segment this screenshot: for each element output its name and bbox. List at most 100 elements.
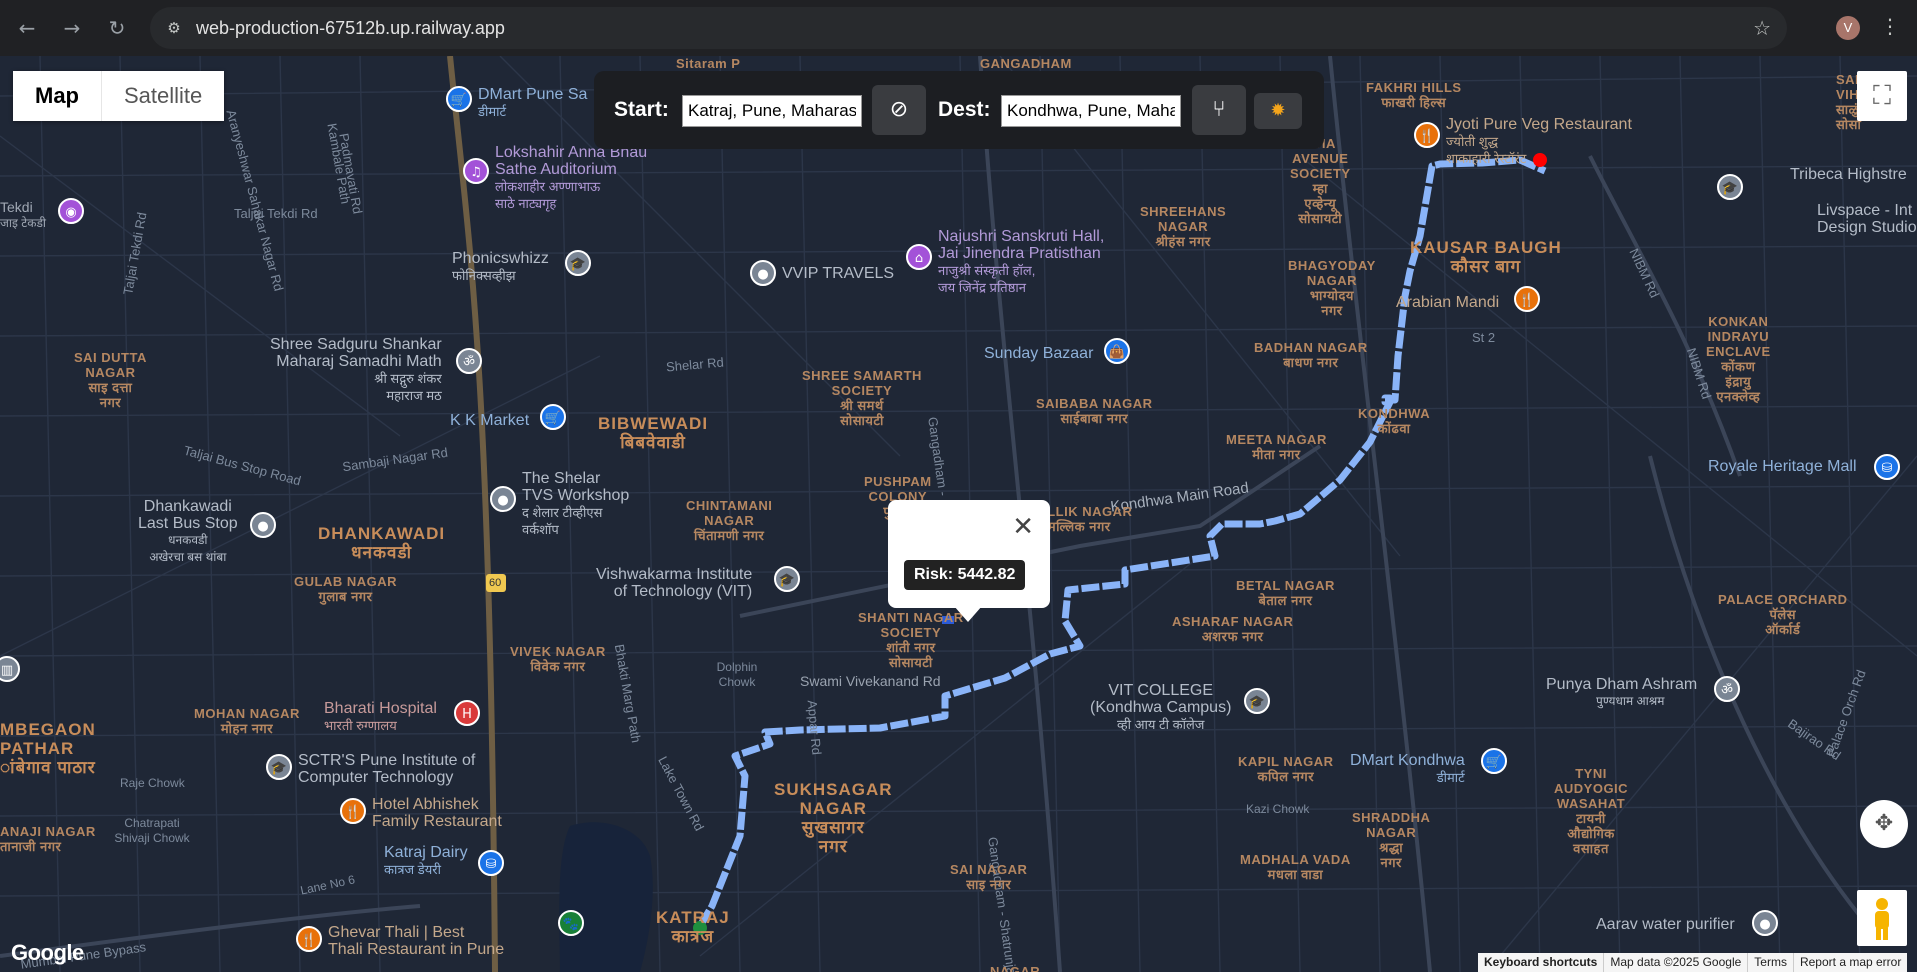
fullscreen-icon[interactable]: ⛶: [1857, 71, 1907, 121]
keyboard-shortcuts-link[interactable]: Keyboard shortcuts: [1478, 953, 1603, 972]
school-icon[interactable]: 🎓: [1717, 174, 1743, 200]
area-label: VIVEK NAGAR विवेक नगर: [510, 644, 606, 674]
poi-dhankawadi-bus[interactable]: Dhankawadi Last Bus Stop धनकवडी अखेरचा बस थ…: [138, 498, 238, 566]
shopping-cart-icon[interactable]: 🛒: [446, 86, 472, 112]
area-label-ambegaon: MBEGAON PATHARांबेगाव पाठार: [0, 720, 96, 777]
close-icon[interactable]: ✕: [1012, 512, 1034, 542]
shopping-cart-icon[interactable]: 🛒: [1481, 748, 1507, 774]
area-label: SHRADDHA NAGAR श्रद्धा नगर: [1352, 810, 1431, 870]
shopping-bag-icon[interactable]: 👜: [1104, 338, 1130, 364]
road-label: Tekdi: [0, 199, 33, 215]
school-icon[interactable]: 🎓: [565, 250, 591, 276]
poi-sunday-bazaar[interactable]: Sunday Bazaar: [984, 345, 1093, 362]
start-input[interactable]: [682, 95, 862, 127]
poi-phonicswhizz[interactable]: Phonicswhizz फोनिक्सव्हीझ: [452, 250, 549, 284]
landmark-icon[interactable]: ⌂: [906, 244, 932, 270]
restaurant-icon[interactable]: 🍴: [340, 798, 366, 824]
forward-icon[interactable]: →: [58, 14, 86, 42]
store-icon[interactable]: ⛁: [478, 850, 504, 876]
start-label: Start:: [614, 98, 669, 121]
poi-hotel-abhishek[interactable]: Hotel Abhishek Family Restaurant: [372, 796, 502, 830]
poi-tribeca[interactable]: Tribeca Highstre: [1790, 166, 1907, 183]
hospital-icon[interactable]: H: [454, 700, 480, 726]
sun-icon[interactable]: ✹: [1254, 93, 1302, 129]
poi-jyoti-pure-veg[interactable]: Jyoti Pure Veg Restaurant ज्योती शुद्ध शाक…: [1446, 116, 1632, 167]
area-label: SHANTI NAGAR SOCIETY शांती नगर सोसायटी: [858, 610, 964, 670]
area-label: SHREE SAMARTH SOCIETY श्री समर्थ सोसायटी: [802, 368, 922, 428]
school-icon[interactable]: 🎓: [774, 566, 800, 592]
report-error-link[interactable]: Report a map error: [1792, 953, 1907, 972]
area-label: BADHAN NAGAR बाधण नगर: [1254, 340, 1368, 370]
poi-sctr[interactable]: SCTR'S Pune Institute of Computer Technol…: [298, 752, 475, 786]
restaurant-icon[interactable]: 🍴: [1414, 122, 1440, 148]
location-icon[interactable]: ✥: [1860, 800, 1908, 848]
place-icon[interactable]: ●: [1752, 910, 1778, 936]
poi-shree-sadguru[interactable]: Shree Sadguru Shankar Maharaj Samadhi Mat…: [270, 336, 442, 404]
road-label: St 2: [1472, 330, 1496, 345]
pegman-icon[interactable]: [1857, 890, 1907, 946]
map-type-map-button[interactable]: Map: [13, 71, 101, 121]
risk-value: Risk: 5442.82: [904, 560, 1026, 590]
poi-punya-dham[interactable]: Punya Dham Ashram पुण्यधाम आश्रम: [1546, 676, 1697, 710]
area-label: MEETA NAGAR मीता नगर: [1226, 432, 1327, 462]
place-icon[interactable]: ●: [490, 486, 516, 512]
map-type-control[interactable]: Map Satellite: [13, 71, 225, 121]
poi-vit-college[interactable]: VIT COLLEGE (Kondhwa Campus) व्ही आय टी कॉ…: [1090, 682, 1231, 733]
back-icon[interactable]: ←: [13, 14, 41, 42]
info-window: ✕ Risk: 5442.82: [888, 500, 1050, 608]
poi-livspace[interactable]: Livspace - IntDesign Studio, N: [1817, 202, 1917, 236]
poi-ghevar-thali[interactable]: Ghevar Thali | Best Thali Restaurant in P…: [328, 924, 504, 958]
route-icon[interactable]: ⑂: [1192, 85, 1246, 135]
om-icon[interactable]: ॐ: [456, 348, 482, 374]
star-icon[interactable]: ☆: [1753, 16, 1771, 40]
reload-icon[interactable]: ↻: [103, 14, 131, 42]
map-canvas[interactable]: Taljai Tekdi Rd Taljai Tekdi Rd Taljai B…: [0, 56, 1917, 972]
area-label: CHINTAMANI NAGAR चिंतामणी नगर: [686, 498, 773, 543]
paw-icon[interactable]: 🐾: [558, 910, 584, 936]
menu-icon[interactable]: ⋮: [1880, 14, 1900, 38]
poi-najushri[interactable]: Najushri Sanskruti Hall, Jai Jinendra Pra…: [938, 228, 1104, 296]
avatar[interactable]: V: [1836, 16, 1860, 40]
poi-arabian-mandi[interactable]: Arabian Mandi: [1396, 294, 1499, 311]
shopping-cart-icon[interactable]: 🛒: [540, 404, 566, 430]
school-icon[interactable]: 🎓: [1244, 688, 1270, 714]
terms-link[interactable]: Terms: [1747, 953, 1793, 972]
area-label: KONKAN INDRAYU ENCLAVE कोंकण इंद्रायु एनक्लेव…: [1706, 314, 1771, 404]
google-logo[interactable]: Google: [11, 940, 84, 966]
highway-number: 60: [489, 577, 502, 589]
address-bar[interactable]: ⚙ web-production-67512b.up.railway.app ☆: [150, 7, 1787, 49]
restaurant-icon[interactable]: 🍴: [1514, 286, 1540, 312]
music-icon[interactable]: ♫: [463, 158, 489, 184]
area-label: MHAAVENUESOCIETYम्हाएव्हेन्यूसोसायटी: [1290, 136, 1351, 226]
attribution-bar: Keyboard shortcuts Map data ©2025 Google…: [1478, 953, 1908, 972]
place-icon[interactable]: ●: [750, 260, 776, 286]
place-icon[interactable]: ●: [250, 512, 276, 538]
dest-input[interactable]: [1001, 95, 1181, 127]
om-icon[interactable]: ॐ: [1714, 676, 1740, 702]
poi-kk-market[interactable]: K K Market: [450, 412, 529, 429]
poi-katraj-dairy[interactable]: Katraj Dairy कात्रज डेयरी: [384, 844, 468, 878]
store-icon[interactable]: ⛁: [1874, 454, 1900, 480]
poi-royale-heritage[interactable]: Royale Heritage Mall: [1708, 458, 1857, 475]
road-label: Chatrapati Shivaji Chowk: [114, 816, 190, 845]
area-label: BETAL NAGAR बेताल नगर: [1236, 578, 1335, 608]
site-info-icon[interactable]: ⚙: [164, 18, 184, 38]
poi-shelar-tvs[interactable]: The Shelar TVS Workshop द शेलार टीव्हीएस वर…: [522, 470, 629, 538]
school-icon[interactable]: 🎓: [266, 754, 292, 780]
poi-lokshahir[interactable]: Lokshahir Anna Bhau Sathe Auditorium लोकशा…: [495, 144, 647, 212]
poi-dmart-kondhwa[interactable]: DMart Kondhwa डीमार्ट: [1350, 752, 1465, 786]
area-label: FAKHRI HILLS फाखरी हिल्स: [1366, 80, 1462, 110]
restaurant-icon[interactable]: 🍴: [296, 926, 322, 952]
area-label-dhankawadi: DHANKAWADI धनकवडी: [318, 524, 446, 562]
area-label: GULAB NAGAR गुलाब नगर: [294, 574, 397, 604]
poi-dmart-pune[interactable]: DMart Pune Sa डीमार्ट: [478, 86, 587, 120]
compass-icon[interactable]: ⊘: [872, 85, 926, 135]
map-type-satellite-button[interactable]: Satellite: [101, 71, 225, 121]
camera-icon[interactable]: ◉: [58, 198, 84, 224]
poi-aarav[interactable]: Aarav water purifier: [1596, 916, 1735, 933]
area-label-sukhsagar: SUKHSAGAR NAGAR सुखसागर नगर: [774, 780, 893, 856]
poi-vit[interactable]: Vishwakarma Institute of Technology (VIT): [596, 566, 752, 600]
area-label-kausar-baugh: KAUSAR BAUGH कौसर बाग: [1410, 238, 1562, 276]
poi-vvip-travels[interactable]: VVIP TRAVELS: [782, 265, 894, 282]
poi-bharati-hospital[interactable]: Bharati Hospital भारती रुग्णालय: [324, 700, 437, 734]
